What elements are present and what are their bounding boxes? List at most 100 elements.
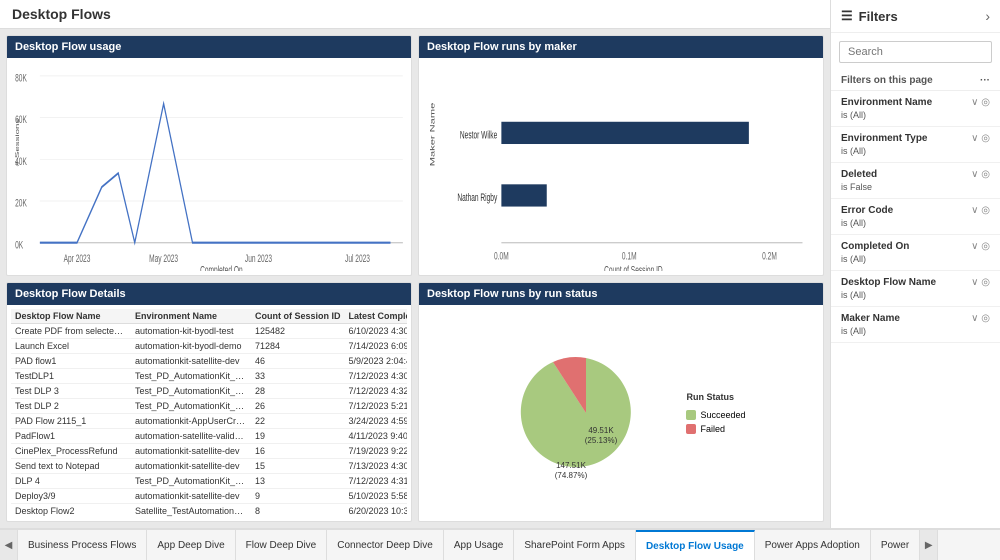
details-card: Desktop Flow Details Desktop Flow Name E…: [6, 282, 412, 523]
legend-failed: Failed: [686, 424, 745, 434]
tab-app-deep-dive[interactable]: App Deep Dive: [147, 530, 235, 560]
filters-close-button[interactable]: ›: [985, 8, 990, 24]
table-cell: PadFlow1: [11, 428, 131, 443]
filters-on-page-label: Filters on this page ···: [831, 71, 1000, 91]
svg-text:Apr 2023: Apr 2023: [64, 252, 91, 264]
failed-label: Failed: [700, 424, 725, 434]
table-cell: CinePlex_ProcessRefund: [11, 443, 131, 458]
svg-text:Count of Session ID: Count of Session ID: [604, 264, 663, 271]
pie-legend: Run Status Succeeded Failed: [686, 392, 745, 434]
filter-item[interactable]: Completed On ∨ ◎ is (All): [831, 235, 1000, 271]
filter-name: Maker Name: [841, 313, 900, 324]
usage-chart: 80K 60K 40K 20K 0K # Sessions: [11, 62, 407, 271]
table-cell: 5/9/2023 2:04:44 PM: [345, 353, 408, 368]
table-cell: Send text to Notepad: [11, 458, 131, 473]
filters-search-container: [839, 41, 992, 63]
tab-business-process-flows[interactable]: Business Process Flows: [18, 530, 147, 560]
col-flow-name: Desktop Flow Name: [11, 309, 131, 324]
svg-text:Jul 2023: Jul 2023: [345, 252, 370, 264]
table-cell: Create PDF from selected PDF page(s) - C…: [11, 323, 131, 338]
table-cell: DLP 4: [11, 473, 131, 488]
table-cell: Desktop Flow2: [11, 503, 131, 517]
filters-panel: ☰ Filters › Filters on this page ··· Env…: [830, 0, 1000, 528]
filter-item[interactable]: Deleted ∨ ◎ is False: [831, 163, 1000, 199]
table-cell: automation-kit-byodl-demo: [131, 338, 251, 353]
table-cell: 15: [251, 458, 345, 473]
svg-text:0.2M: 0.2M: [762, 250, 777, 262]
svg-text:Jun 2023: Jun 2023: [245, 252, 272, 264]
svg-text:(74.87%): (74.87%): [555, 471, 588, 480]
filter-item[interactable]: Maker Name ∨ ◎ is (All): [831, 307, 1000, 343]
filter-name: Completed On: [841, 241, 909, 252]
svg-text:Maker Name: Maker Name: [429, 103, 436, 167]
table-cell: 5/10/2023 5:58:05 AM: [345, 488, 408, 503]
table-cell: automation-satellite-validation: [131, 428, 251, 443]
details-card-title: Desktop Flow Details: [7, 283, 411, 305]
tab-app-usage[interactable]: App Usage: [444, 530, 514, 560]
filter-item[interactable]: Environment Name ∨ ◎ is (All): [831, 91, 1000, 127]
filter-value: is (All): [841, 326, 990, 336]
table-cell: 6/20/2023 10:30:24 AM: [345, 503, 408, 517]
maker-card-title: Desktop Flow runs by maker: [419, 36, 823, 58]
table-row: CinePlex_ProcessRefundautomationkit-sate…: [11, 443, 407, 458]
table-cell: 71284: [251, 338, 345, 353]
table-row: Launch Excelautomation-kit-byodl-demo712…: [11, 338, 407, 353]
tab-next-button[interactable]: ▶: [920, 530, 938, 560]
usage-card-body: 80K 60K 40K 20K 0K # Sessions: [7, 58, 411, 275]
table-cell: 28: [251, 383, 345, 398]
table-cell: 22: [251, 413, 345, 428]
filters-more-icon: ···: [980, 75, 990, 86]
filters-search-input[interactable]: [839, 41, 992, 63]
details-card-body: Desktop Flow Name Environment Name Count…: [7, 305, 411, 522]
filter-item[interactable]: Error Code ∨ ◎ is (All): [831, 199, 1000, 235]
maker-card: Desktop Flow runs by maker Maker Name Ne…: [418, 35, 824, 276]
tab-power[interactable]: Power: [871, 530, 920, 560]
col-session-count: Count of Session ID: [251, 309, 345, 324]
table-row: PadFlow1automation-satellite-validation1…: [11, 428, 407, 443]
tab-desktop-flow-usage[interactable]: Desktop Flow Usage: [636, 530, 755, 560]
tab-power-apps-adoption[interactable]: Power Apps Adoption: [755, 530, 871, 560]
page-title: Desktop Flows: [0, 0, 830, 29]
table-row: Test DLP 3Test_PD_AutomationKit_Satellit…: [11, 383, 407, 398]
table-cell: Test_PD_AutomationKit_Satellite: [131, 368, 251, 383]
details-table-container[interactable]: Desktop Flow Name Environment Name Count…: [11, 309, 407, 518]
filter-name: Environment Name: [841, 97, 932, 108]
filter-icons: ∨ ◎: [971, 169, 990, 180]
tab-prev-button[interactable]: ◀: [0, 530, 18, 560]
svg-text:80K: 80K: [15, 72, 27, 84]
filter-item[interactable]: Environment Type ∨ ◎ is (All): [831, 127, 1000, 163]
tab-sharepoint-form-apps[interactable]: SharePoint Form Apps: [514, 530, 636, 560]
filter-name: Deleted: [841, 169, 877, 180]
run-status-card: Desktop Flow runs by run status 49.51K (…: [418, 282, 824, 523]
filter-icon: ☰: [841, 8, 853, 24]
filter-name: Desktop Flow Name: [841, 277, 936, 288]
table-row: Desktop Flow2Satellite_TestAutomationKIT…: [11, 503, 407, 517]
col-completed-on: Latest Completed On: [345, 309, 408, 324]
table-row: Test DLP 2Test_PD_AutomationKit_Satellit…: [11, 398, 407, 413]
table-cell: 26: [251, 398, 345, 413]
tab-flow-deep-dive[interactable]: Flow Deep Dive: [236, 530, 328, 560]
filter-icons: ∨ ◎: [971, 97, 990, 108]
svg-text:0K: 0K: [15, 239, 23, 251]
filter-value: is (All): [841, 290, 990, 300]
filter-value: is (All): [841, 110, 990, 120]
table-cell: automationkit-AppUserCreation: [131, 413, 251, 428]
table-cell: 8: [251, 503, 345, 517]
svg-text:0.1M: 0.1M: [622, 250, 637, 262]
table-cell: 4/11/2023 9:40:26 AM: [345, 428, 408, 443]
svg-text:147.51K: 147.51K: [557, 461, 587, 470]
table-cell: 13: [251, 473, 345, 488]
run-status-card-title: Desktop Flow runs by run status: [419, 283, 823, 305]
tabs-container: Business Process FlowsApp Deep DiveFlow …: [18, 530, 920, 560]
filter-items-container: Environment Name ∨ ◎ is (All) Environmen…: [831, 91, 1000, 343]
table-cell: 6/10/2023 4:30:16 AM: [345, 323, 408, 338]
tab-connector-deep-dive[interactable]: Connector Deep Dive: [327, 530, 444, 560]
table-row: Send text to Notepadautomationkit-satell…: [11, 458, 407, 473]
filter-item[interactable]: Desktop Flow Name ∨ ◎ is (All): [831, 271, 1000, 307]
table-cell: 7/13/2023 4:30:51 AM: [345, 458, 408, 473]
filter-icons: ∨ ◎: [971, 241, 990, 252]
table-cell: Deploy3/9: [11, 488, 131, 503]
table-cell: Satellite_TestAutomationKIT: [131, 503, 251, 517]
svg-text:49.51K: 49.51K: [589, 426, 615, 435]
pie-chart-area: 49.51K (25.13%) 147.51K (74.87%) Run Sta…: [423, 309, 819, 518]
